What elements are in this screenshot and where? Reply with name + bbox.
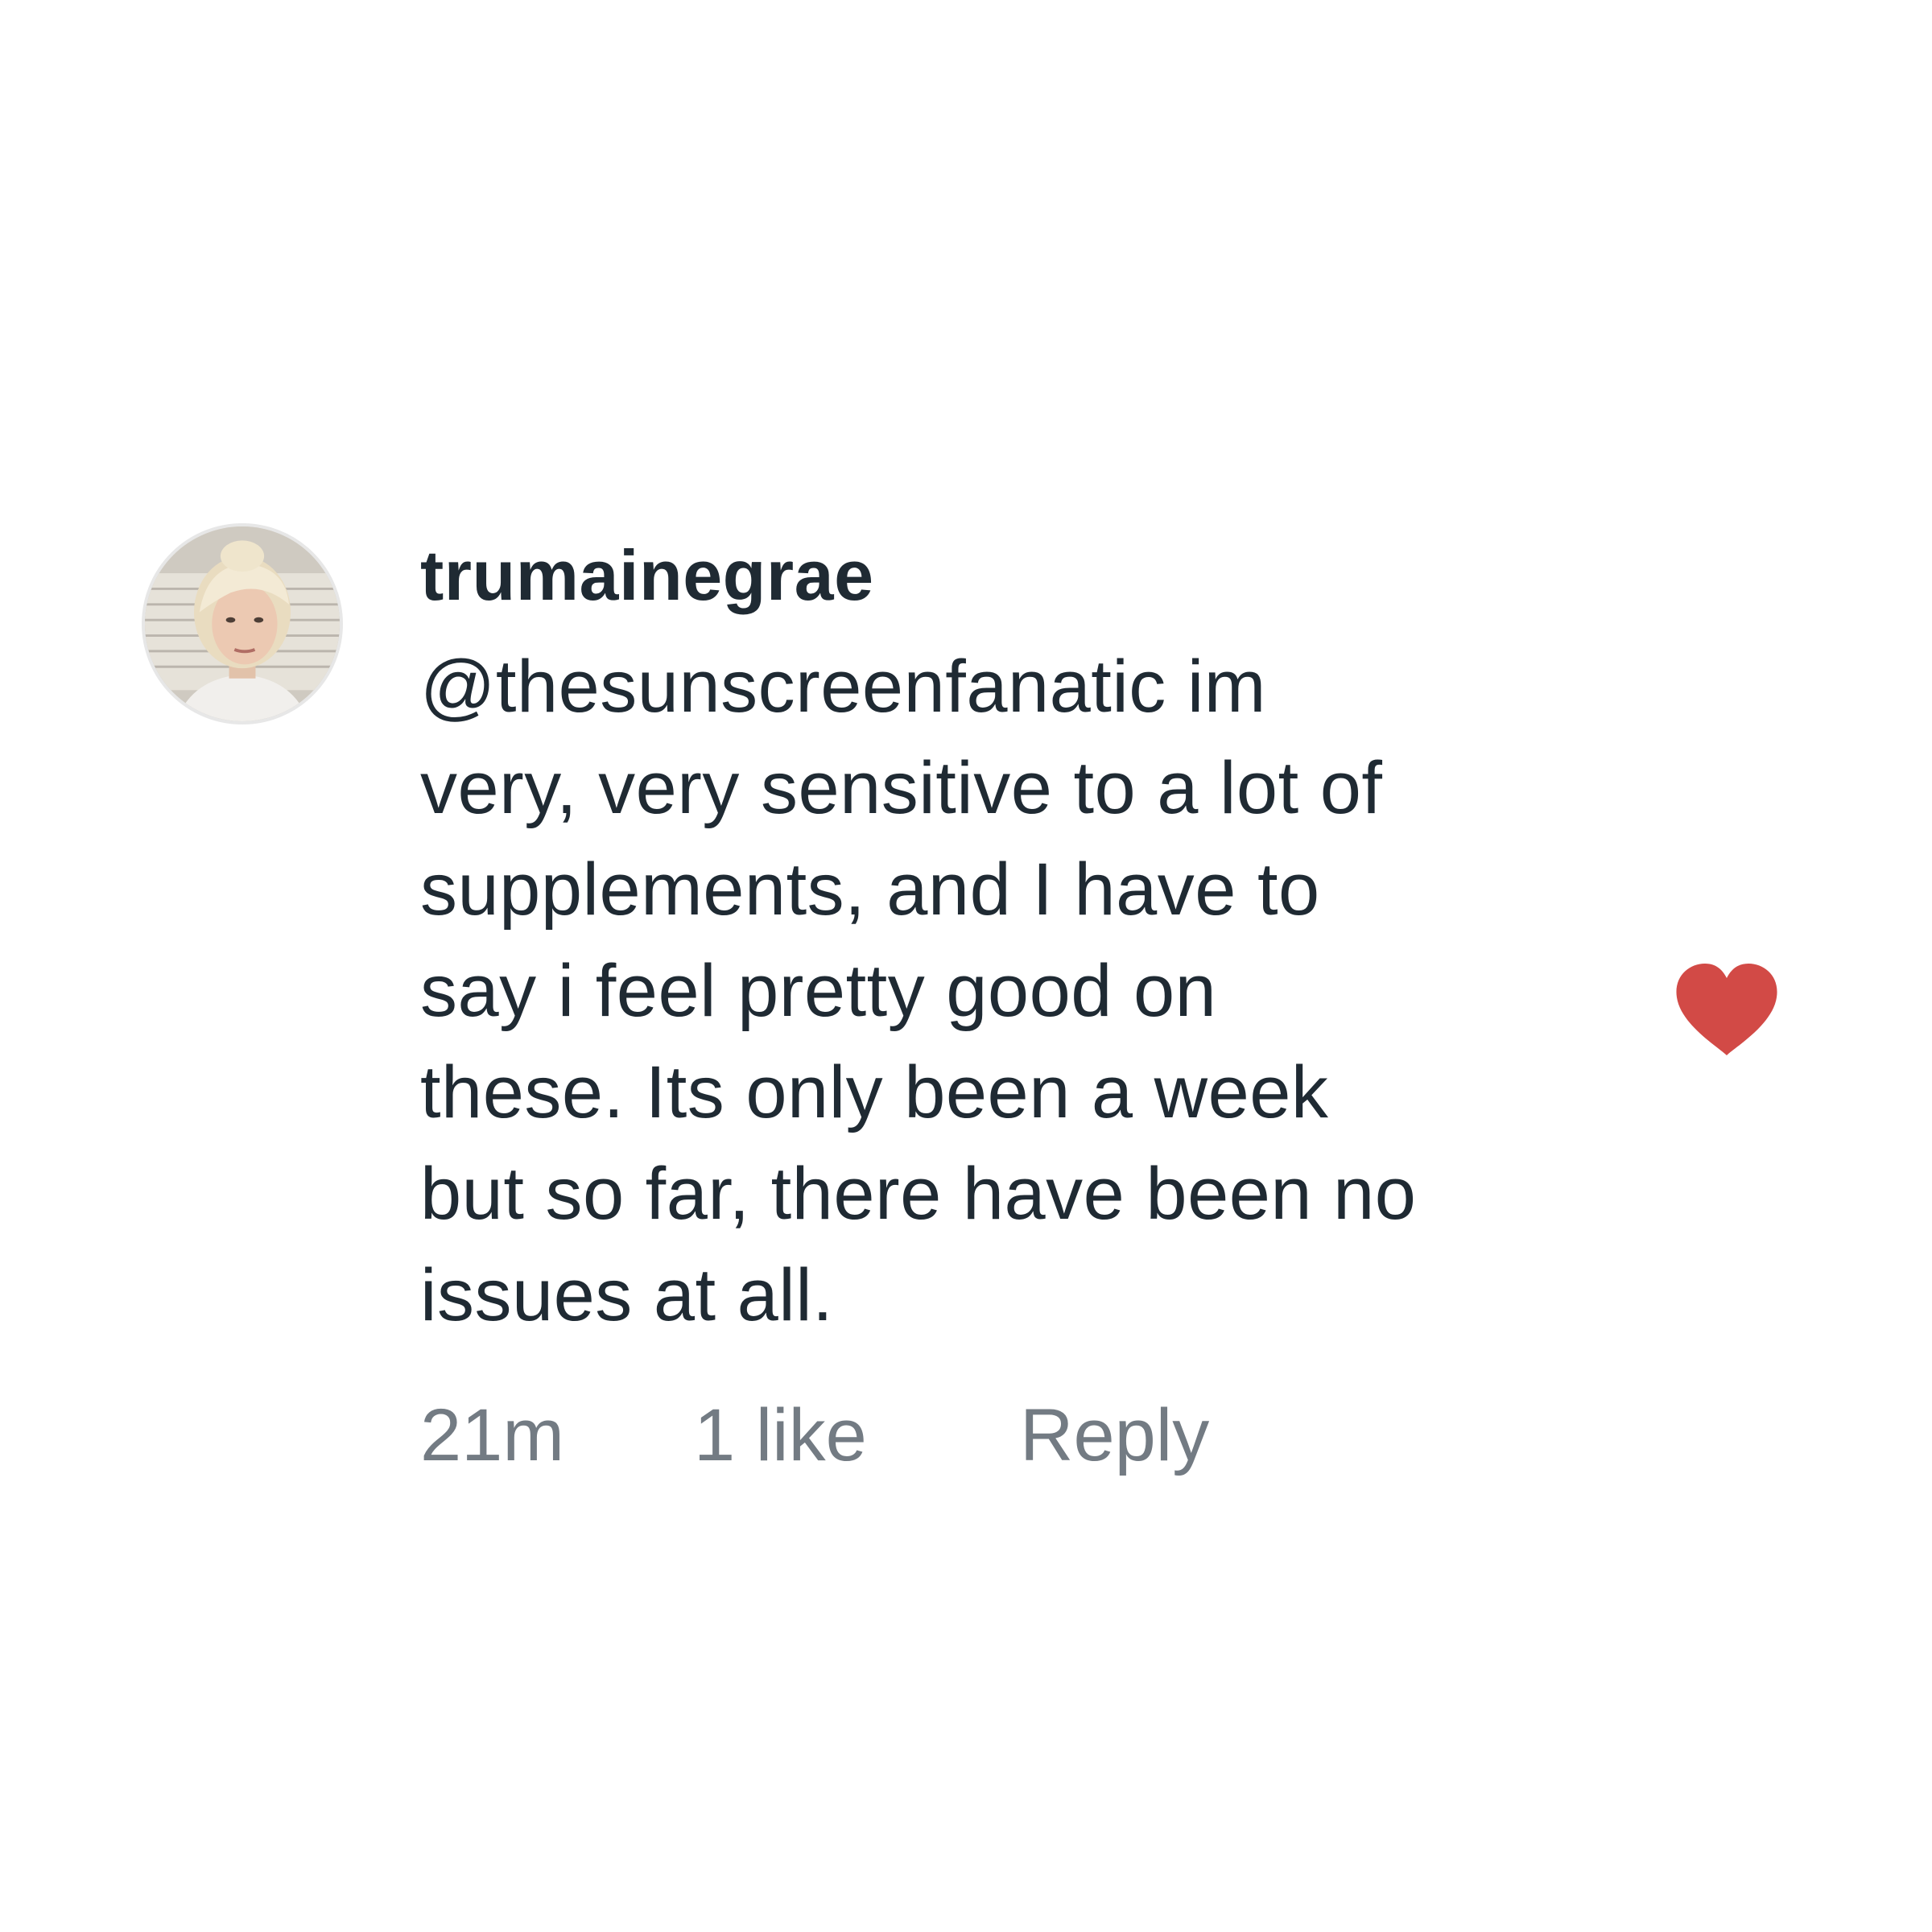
comment-text-line: supplements, and I have to xyxy=(420,848,1320,931)
reply-button[interactable]: Reply xyxy=(1020,1393,1209,1478)
comment-timestamp: 21m xyxy=(420,1393,564,1476)
avatar[interactable] xyxy=(142,523,343,724)
comment-meta: 21m 1 like Reply xyxy=(420,1391,1209,1480)
comment-text-line: issues at all. xyxy=(420,1254,834,1336)
user-avatar-photo xyxy=(145,526,340,721)
comment-like-count[interactable]: 1 like xyxy=(694,1393,1020,1478)
comment-item: trumainegrae @thesunscreenfanatic im ver… xyxy=(0,0,1932,1932)
comment-text-line: very, very sensitive to a lot of xyxy=(420,747,1383,829)
comment-text-line: but so far, there have been no xyxy=(420,1153,1417,1235)
comment-username[interactable]: trumainegrae xyxy=(420,531,874,620)
comment-text-line: say i feel pretty good on xyxy=(420,950,1217,1032)
heart-icon[interactable] xyxy=(1674,962,1779,1057)
like-heart-shape xyxy=(1676,964,1777,1055)
comment-text-line: @thesunscreenfanatic im xyxy=(420,646,1266,728)
comment-text-line: these. Its only been a week xyxy=(420,1051,1329,1133)
comment-text: @thesunscreenfanatic im very, very sensi… xyxy=(420,636,1628,1346)
